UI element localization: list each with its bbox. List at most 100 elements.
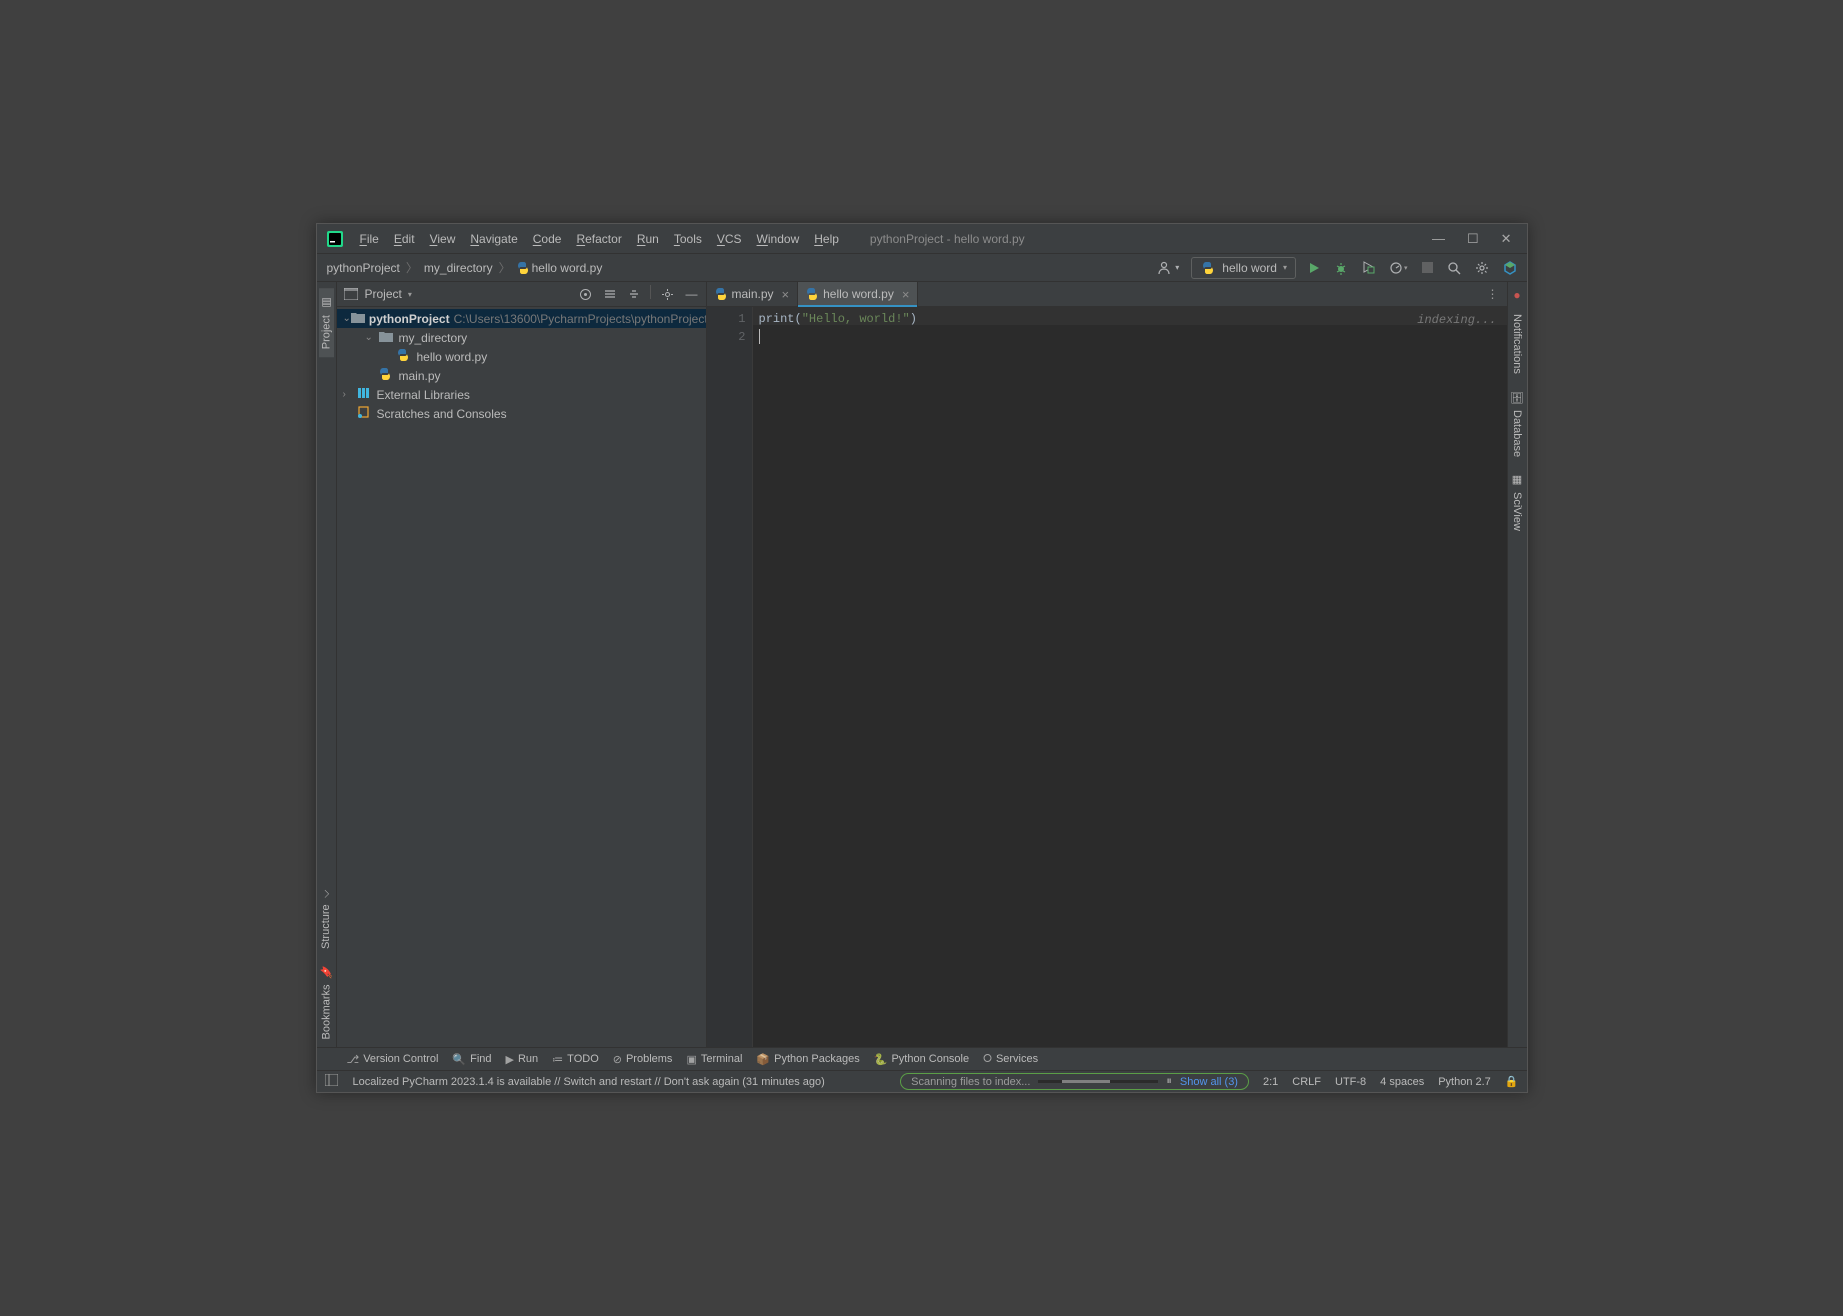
indexing-status[interactable]: Scanning files to index... ⏸ Show all (3… bbox=[900, 1073, 1249, 1090]
code-with-me-icon[interactable] bbox=[1501, 259, 1519, 277]
run-button[interactable] bbox=[1306, 260, 1322, 276]
interpreter[interactable]: Python 2.7 bbox=[1438, 1076, 1491, 1088]
bottom-tab-python-packages[interactable]: 📦Python Packages bbox=[756, 1053, 859, 1066]
menu-navigate[interactable]: Navigate bbox=[464, 229, 523, 249]
chevron-down-icon[interactable]: ⌄ bbox=[343, 313, 351, 324]
tool-tab-bookmarks[interactable]: Bookmarks🔖 bbox=[319, 957, 334, 1047]
notification-bell-icon[interactable]: ● bbox=[1513, 288, 1520, 302]
window-title: pythonProject - hello word.py bbox=[870, 232, 1025, 246]
folder-icon bbox=[351, 312, 365, 326]
status-message[interactable]: Localized PyCharm 2023.1.4 is available … bbox=[353, 1076, 825, 1088]
tree-file-hello-word[interactable]: hello word.py bbox=[337, 347, 706, 366]
search-button[interactable] bbox=[1445, 259, 1463, 277]
select-opened-file-icon[interactable] bbox=[577, 285, 594, 303]
tool-tab-notifications[interactable]: Notifications bbox=[1510, 306, 1524, 382]
file-encoding[interactable]: UTF-8 bbox=[1335, 1076, 1366, 1088]
window-controls: — ☐ ✕ bbox=[1432, 231, 1522, 247]
code-area[interactable]: print("Hello, world!") indexing... bbox=[753, 307, 1507, 1047]
add-user-icon[interactable]: ▾ bbox=[1156, 259, 1181, 277]
structure-icon: ⌵ bbox=[320, 890, 332, 898]
menu-code[interactable]: Code bbox=[527, 229, 568, 249]
project-tree[interactable]: ⌄ pythonProject C:\Users\13600\PycharmPr… bbox=[337, 307, 706, 1047]
tool-tab-project[interactable]: Project▤ bbox=[319, 288, 334, 357]
settings-button[interactable] bbox=[1473, 259, 1491, 277]
scratches-icon bbox=[357, 406, 373, 421]
chevron-down-icon[interactable]: ⌄ bbox=[365, 332, 379, 343]
bottom-tab-find[interactable]: 🔍Find bbox=[452, 1053, 491, 1066]
titlebar: FileEditViewNavigateCodeRefactorRunTools… bbox=[317, 224, 1527, 254]
divider bbox=[650, 285, 651, 299]
bottom-tab-python-console[interactable]: 🐍Python Console bbox=[874, 1053, 969, 1066]
right-tool-stripe: ● Notifications 🗄Database ▦SciView bbox=[1507, 282, 1527, 1047]
tree-dir-my_directory[interactable]: ⌄ my_directory bbox=[337, 328, 706, 347]
caret-position[interactable]: 2:1 bbox=[1263, 1076, 1278, 1088]
python-file-icon bbox=[397, 349, 413, 364]
bottom-tab-todo[interactable]: ≔TODO bbox=[552, 1053, 599, 1066]
bottom-tool-tabs: ⎇Version Control 🔍Find ▶Run ≔TODO ⊘Problems ▣… bbox=[317, 1047, 1527, 1070]
menu-view[interactable]: View bbox=[424, 229, 462, 249]
tool-tab-sciview[interactable]: ▦SciView bbox=[1510, 465, 1525, 539]
tree-file-main[interactable]: main.py bbox=[337, 366, 706, 385]
editor[interactable]: 1 2 print("Hello, world!") indexing... bbox=[707, 307, 1507, 1047]
menu-window[interactable]: Window bbox=[751, 229, 806, 249]
chevron-right-icon[interactable]: › bbox=[343, 389, 357, 400]
breadcrumb-item[interactable]: pythonProject bbox=[325, 259, 402, 277]
maximize-button[interactable]: ☐ bbox=[1467, 231, 1479, 247]
main-area: Project▤ Structure⌵ Bookmarks🔖 Project ▾… bbox=[317, 282, 1527, 1047]
expand-all-icon[interactable] bbox=[602, 285, 618, 303]
bottom-tab-terminal[interactable]: ▣Terminal bbox=[686, 1053, 742, 1066]
tree-project-root[interactable]: ⌄ pythonProject C:\Users\13600\PycharmPr… bbox=[337, 309, 706, 328]
pause-icon[interactable]: ⏸ bbox=[1166, 1075, 1172, 1088]
python-file-icon bbox=[379, 368, 395, 383]
toolbar: pythonProject〉my_directory〉hello word.py… bbox=[317, 254, 1527, 282]
editor-tab[interactable]: hello word.py× bbox=[798, 282, 918, 306]
chevron-right-icon: 〉 bbox=[497, 259, 513, 276]
project-pane-title[interactable]: Project bbox=[365, 287, 402, 301]
line-separator[interactable]: CRLF bbox=[1292, 1076, 1321, 1088]
tool-windows-icon[interactable] bbox=[325, 1074, 339, 1089]
hide-pane-icon[interactable]: — bbox=[684, 285, 700, 303]
collapse-all-icon[interactable] bbox=[626, 285, 642, 303]
tool-tab-structure[interactable]: Structure⌵ bbox=[319, 882, 333, 957]
run-config-selector[interactable]: hello word ▾ bbox=[1191, 257, 1296, 279]
main-menu: FileEditViewNavigateCodeRefactorRunTools… bbox=[354, 229, 845, 249]
menu-refactor[interactable]: Refactor bbox=[570, 229, 627, 249]
tree-settings-icon[interactable] bbox=[659, 285, 676, 303]
coverage-button[interactable] bbox=[1360, 259, 1377, 276]
bottom-tab-run[interactable]: ▶Run bbox=[506, 1053, 539, 1066]
menu-vcs[interactable]: VCS bbox=[711, 229, 748, 249]
menu-tools[interactable]: Tools bbox=[668, 229, 708, 249]
bottom-tab-services[interactable]: ⭘Services bbox=[983, 1053, 1038, 1066]
menu-help[interactable]: Help bbox=[808, 229, 845, 249]
bottom-tab-problems[interactable]: ⊘Problems bbox=[613, 1053, 673, 1066]
dropdown-icon: ▾ bbox=[1283, 263, 1287, 272]
tree-external-libraries[interactable]: › External Libraries bbox=[337, 385, 706, 404]
project-pane: Project ▾ — ⌄ pythonProject C:\Users\136… bbox=[337, 282, 707, 1047]
show-all-link[interactable]: Show all (3) bbox=[1180, 1076, 1238, 1088]
menu-edit[interactable]: Edit bbox=[388, 229, 421, 249]
menu-run[interactable]: Run bbox=[631, 229, 665, 249]
breadcrumb-item[interactable]: my_directory bbox=[422, 259, 495, 277]
close-button[interactable]: ✕ bbox=[1501, 231, 1512, 247]
close-tab-icon[interactable]: × bbox=[782, 287, 790, 302]
close-tab-icon[interactable]: × bbox=[902, 287, 910, 302]
breadcrumb-item[interactable]: hello word.py bbox=[515, 259, 605, 277]
indent-info[interactable]: 4 spaces bbox=[1380, 1076, 1424, 1088]
text-cursor bbox=[759, 329, 760, 344]
indexing-label: indexing... bbox=[1417, 311, 1496, 329]
stop-button[interactable] bbox=[1420, 260, 1435, 275]
tool-tab-database[interactable]: 🗄Database bbox=[1510, 382, 1525, 465]
menu-file[interactable]: File bbox=[354, 229, 385, 249]
python-icon bbox=[1200, 260, 1216, 276]
dropdown-icon[interactable]: ▾ bbox=[408, 290, 412, 299]
debug-button[interactable] bbox=[1332, 259, 1350, 277]
database-icon: 🗄 bbox=[1511, 390, 1524, 404]
minimize-button[interactable]: — bbox=[1432, 231, 1445, 247]
bottom-tab-version-control[interactable]: ⎇Version Control bbox=[347, 1053, 439, 1066]
editor-area: main.py×hello word.py× ⋮ 1 2 print("Hello… bbox=[707, 282, 1507, 1047]
profile-button[interactable]: ▾ bbox=[1387, 259, 1410, 277]
editor-tab[interactable]: main.py× bbox=[707, 282, 799, 306]
tree-scratches[interactable]: Scratches and Consoles bbox=[337, 404, 706, 423]
lock-icon[interactable]: 🔒 bbox=[1505, 1075, 1519, 1088]
tab-options-icon[interactable]: ⋮ bbox=[1479, 282, 1507, 306]
